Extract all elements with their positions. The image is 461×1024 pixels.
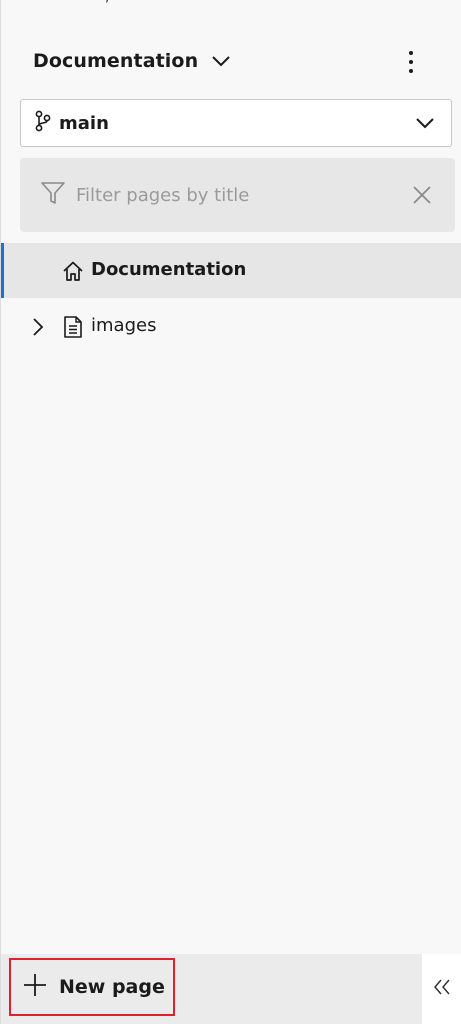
filter-icon (40, 180, 66, 210)
tree-item-documentation[interactable]: Documentation (1, 243, 461, 298)
tree-item-label: Documentation (91, 259, 247, 280)
document-icon (63, 315, 83, 343)
collapse-sidebar-button[interactable] (422, 954, 461, 1024)
new-page-label: New page (59, 976, 165, 998)
filter-input[interactable] (76, 184, 376, 206)
chevron-down-icon (415, 113, 435, 137)
chevron-down-icon[interactable] (210, 50, 232, 72)
clipped-text-fragment: , (105, 0, 165, 4)
chevron-right-icon[interactable] (31, 317, 45, 341)
tree-item-label: images (91, 315, 157, 336)
tree-item-images[interactable]: images (1, 299, 461, 354)
more-options-icon[interactable] (401, 48, 421, 76)
close-icon[interactable] (411, 184, 433, 206)
sidebar-panel: , Documentation main (0, 0, 461, 1024)
branch-selector[interactable]: main (20, 99, 452, 147)
double-chevron-left-icon (432, 977, 452, 1001)
home-icon (62, 260, 84, 286)
filter-box (20, 158, 455, 232)
space-header: Documentation (33, 44, 441, 78)
new-page-button[interactable]: New page (9, 958, 175, 1016)
branch-label: main (59, 112, 109, 134)
space-title[interactable]: Documentation (33, 50, 198, 72)
git-branch-icon (35, 110, 51, 136)
plus-icon (23, 973, 47, 1001)
